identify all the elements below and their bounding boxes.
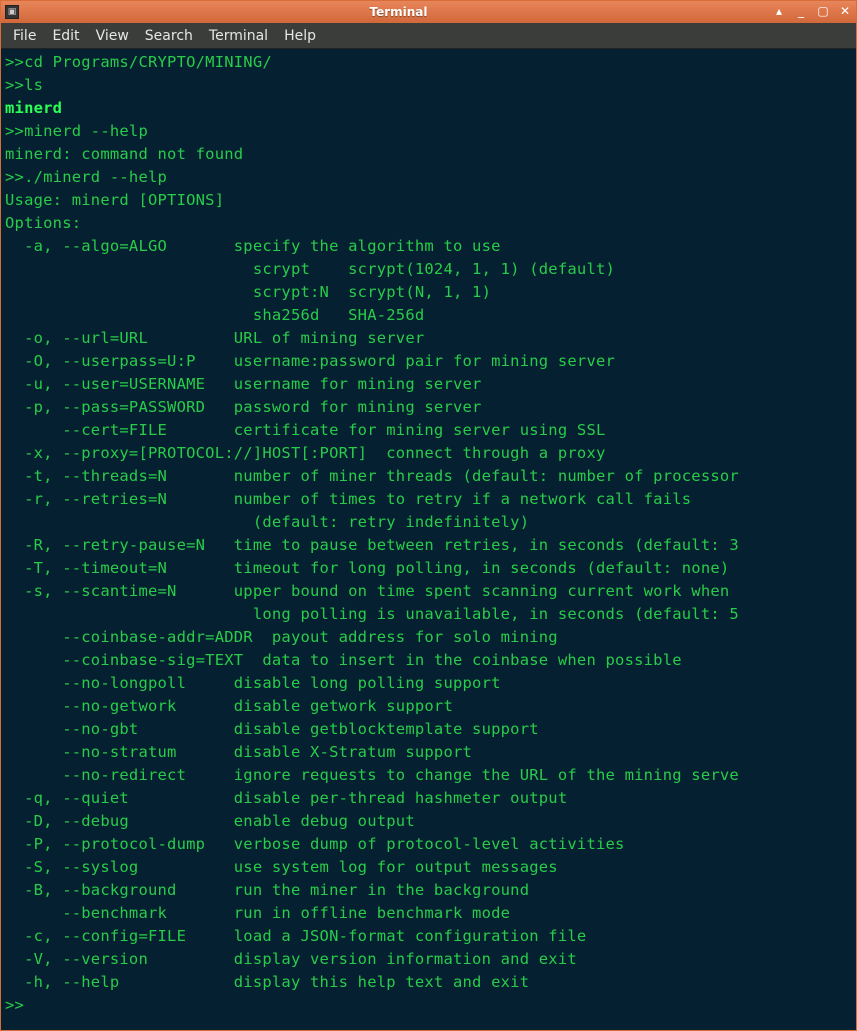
terminal-line: -h, --help display this help text and ex… <box>5 973 529 991</box>
rollup-icon[interactable]: ▴ <box>772 5 786 19</box>
terminal-line: -T, --timeout=N timeout for long polling… <box>5 559 729 577</box>
terminal-line: scrypt scrypt(1024, 1, 1) (default) <box>5 260 615 278</box>
terminal-line: --no-redirect ignore requests to change … <box>5 766 739 784</box>
terminal-line: long polling is unavailable, in seconds … <box>5 605 739 623</box>
menu-edit[interactable]: Edit <box>46 26 85 46</box>
menu-file[interactable]: File <box>7 26 42 46</box>
app-icon: ▣ <box>5 5 19 19</box>
menu-help[interactable]: Help <box>278 26 322 46</box>
terminal-line: -x, --proxy=[PROTOCOL://]HOST[:PORT] con… <box>5 444 606 462</box>
terminal-line: -R, --retry-pause=N time to pause betwee… <box>5 536 739 554</box>
terminal-line: -O, --userpass=U:P username:password pai… <box>5 352 615 370</box>
prompt[interactable]: >> <box>5 996 24 1014</box>
terminal-line: -P, --protocol-dump verbose dump of prot… <box>5 835 625 853</box>
terminal-line: --no-longpoll disable long polling suppo… <box>5 674 501 692</box>
menu-view[interactable]: View <box>90 26 135 46</box>
terminal-line: sha256d SHA-256d <box>5 306 424 324</box>
terminal-line: Usage: minerd [OPTIONS] <box>5 191 224 209</box>
terminal-line: -t, --threads=N number of miner threads … <box>5 467 739 485</box>
terminal-window: ▣ Terminal ▴ _ ▢ ✕ File Edit View Search… <box>0 0 857 1031</box>
window-buttons: ▴ _ ▢ ✕ <box>772 5 852 19</box>
terminal-line: -p, --pass=PASSWORD password for mining … <box>5 398 482 416</box>
terminal-line: -D, --debug enable debug output <box>5 812 415 830</box>
close-icon[interactable]: ✕ <box>838 5 852 19</box>
terminal-viewport[interactable]: >>cd Programs/CRYPTO/MINING/ >>ls minerd… <box>1 49 856 1030</box>
terminal-line: -u, --user=USERNAME username for mining … <box>5 375 482 393</box>
terminal-line: -V, --version display version informatio… <box>5 950 577 968</box>
terminal-line: --no-stratum disable X-Stratum support <box>5 743 472 761</box>
maximize-icon[interactable]: ▢ <box>816 5 830 19</box>
terminal-line: >>minerd --help <box>5 122 148 140</box>
terminal-line: --no-gbt disable getblocktemplate suppor… <box>5 720 539 738</box>
ls-output-item: minerd <box>5 99 62 117</box>
terminal-line: -o, --url=URL URL of mining server <box>5 329 424 347</box>
terminal-line: --no-getwork disable getwork support <box>5 697 453 715</box>
terminal-line: >>./minerd --help <box>5 168 167 186</box>
window-title: Terminal <box>25 5 772 19</box>
terminal-line: -r, --retries=N number of times to retry… <box>5 490 691 508</box>
menu-search[interactable]: Search <box>139 26 199 46</box>
minimize-icon[interactable]: _ <box>794 5 808 19</box>
terminal-line: --coinbase-addr=ADDR payout address for … <box>5 628 558 646</box>
terminal-line: -a, --algo=ALGO specify the algorithm to… <box>5 237 501 255</box>
terminal-line: --coinbase-sig=TEXT data to insert in th… <box>5 651 682 669</box>
terminal-line: scrypt:N scrypt(N, 1, 1) <box>5 283 491 301</box>
terminal-line: -q, --quiet disable per-thread hashmeter… <box>5 789 567 807</box>
terminal-line: --benchmark run in offline benchmark mod… <box>5 904 510 922</box>
terminal-line: -s, --scantime=N upper bound on time spe… <box>5 582 729 600</box>
menu-terminal[interactable]: Terminal <box>203 26 274 46</box>
terminal-line: --cert=FILE certificate for mining serve… <box>5 421 606 439</box>
titlebar[interactable]: ▣ Terminal ▴ _ ▢ ✕ <box>1 1 856 23</box>
terminal-line: minerd: command not found <box>5 145 243 163</box>
terminal-line: -B, --background run the miner in the ba… <box>5 881 529 899</box>
terminal-line: Options: <box>5 214 81 232</box>
terminal-line: (default: retry indefinitely) <box>5 513 529 531</box>
menubar: File Edit View Search Terminal Help <box>1 23 856 49</box>
terminal-line: >>ls <box>5 76 43 94</box>
terminal-line: -S, --syslog use system log for output m… <box>5 858 558 876</box>
terminal-line: >>cd Programs/CRYPTO/MINING/ <box>5 53 272 71</box>
terminal-line: -c, --config=FILE load a JSON-format con… <box>5 927 586 945</box>
